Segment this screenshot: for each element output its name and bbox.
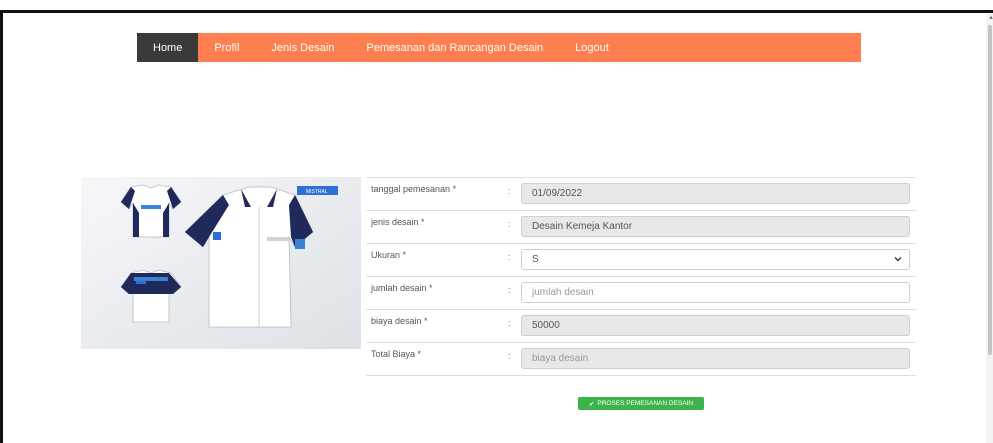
form-row-biaya: biaya desain * : 50000 xyxy=(366,309,916,342)
form-row-ukuran: Ukuran * : S xyxy=(366,243,916,276)
biaya-label: biaya desain * xyxy=(371,316,428,326)
nav-profil[interactable]: Profil xyxy=(198,33,255,62)
separator: : xyxy=(508,285,511,295)
ukuran-label: Ukuran * xyxy=(371,250,407,260)
form-row-total: Total Biaya * : biaya desain xyxy=(366,342,916,376)
main-navbar: Home Profil Jenis Desain Pemesanan dan R… xyxy=(137,33,861,62)
form-row-tanggal: tanggal pemesanan * : 01/09/2022 xyxy=(366,177,916,210)
total-biaya-field[interactable]: biaya desain xyxy=(521,348,910,369)
shirt-design-image: MISTRAL xyxy=(81,177,361,349)
jenis-label: jenis desain * xyxy=(371,217,425,227)
chevron-down-icon xyxy=(894,257,902,262)
ukuran-value: S xyxy=(532,254,539,265)
nav-home[interactable]: Home xyxy=(137,33,199,62)
biaya-desain-field[interactable]: 50000 xyxy=(521,315,910,336)
order-form: tanggal pemesanan * : 01/09/2022 jenis d… xyxy=(366,177,916,376)
separator: : xyxy=(508,351,511,361)
scroll-up-icon[interactable]: ▲ xyxy=(988,15,993,21)
scrollbar-thumb[interactable] xyxy=(988,25,992,355)
jenis-desain-field[interactable]: Desain Kemeja Kantor xyxy=(521,216,910,237)
window-frame-left xyxy=(0,10,3,443)
ukuran-select[interactable]: S xyxy=(521,249,910,270)
separator: : xyxy=(508,186,511,196)
tanggal-field[interactable]: 01/09/2022 xyxy=(521,183,910,204)
form-row-jenis: jenis desain * : Desain Kemeja Kantor xyxy=(366,210,916,243)
tanggal-label: tanggal pemesanan * xyxy=(371,184,457,194)
proses-pemesanan-button[interactable]: ✔ PROSES PEMESANAN DESAIN xyxy=(578,397,704,410)
submit-label: PROSES PEMESANAN DESAIN xyxy=(597,400,694,407)
form-row-jumlah: jumlah desain * : jumlah desain xyxy=(366,276,916,309)
check-icon: ✔ xyxy=(588,400,595,408)
product-image: MISTRAL xyxy=(81,177,361,349)
window-frame-top xyxy=(0,10,993,13)
separator: : xyxy=(508,219,511,229)
brand-badge: MISTRAL xyxy=(306,189,328,195)
nav-logout[interactable]: Logout xyxy=(559,33,625,62)
jumlah-desain-input[interactable]: jumlah desain xyxy=(521,282,910,303)
separator: : xyxy=(508,252,511,262)
nav-jenis-desain[interactable]: Jenis Desain xyxy=(255,33,350,62)
jumlah-label: jumlah desain * xyxy=(371,283,433,293)
separator: : xyxy=(508,318,511,328)
nav-pemesanan[interactable]: Pemesanan dan Rancangan Desain xyxy=(350,33,559,62)
total-label: Total Biaya * xyxy=(371,349,422,359)
